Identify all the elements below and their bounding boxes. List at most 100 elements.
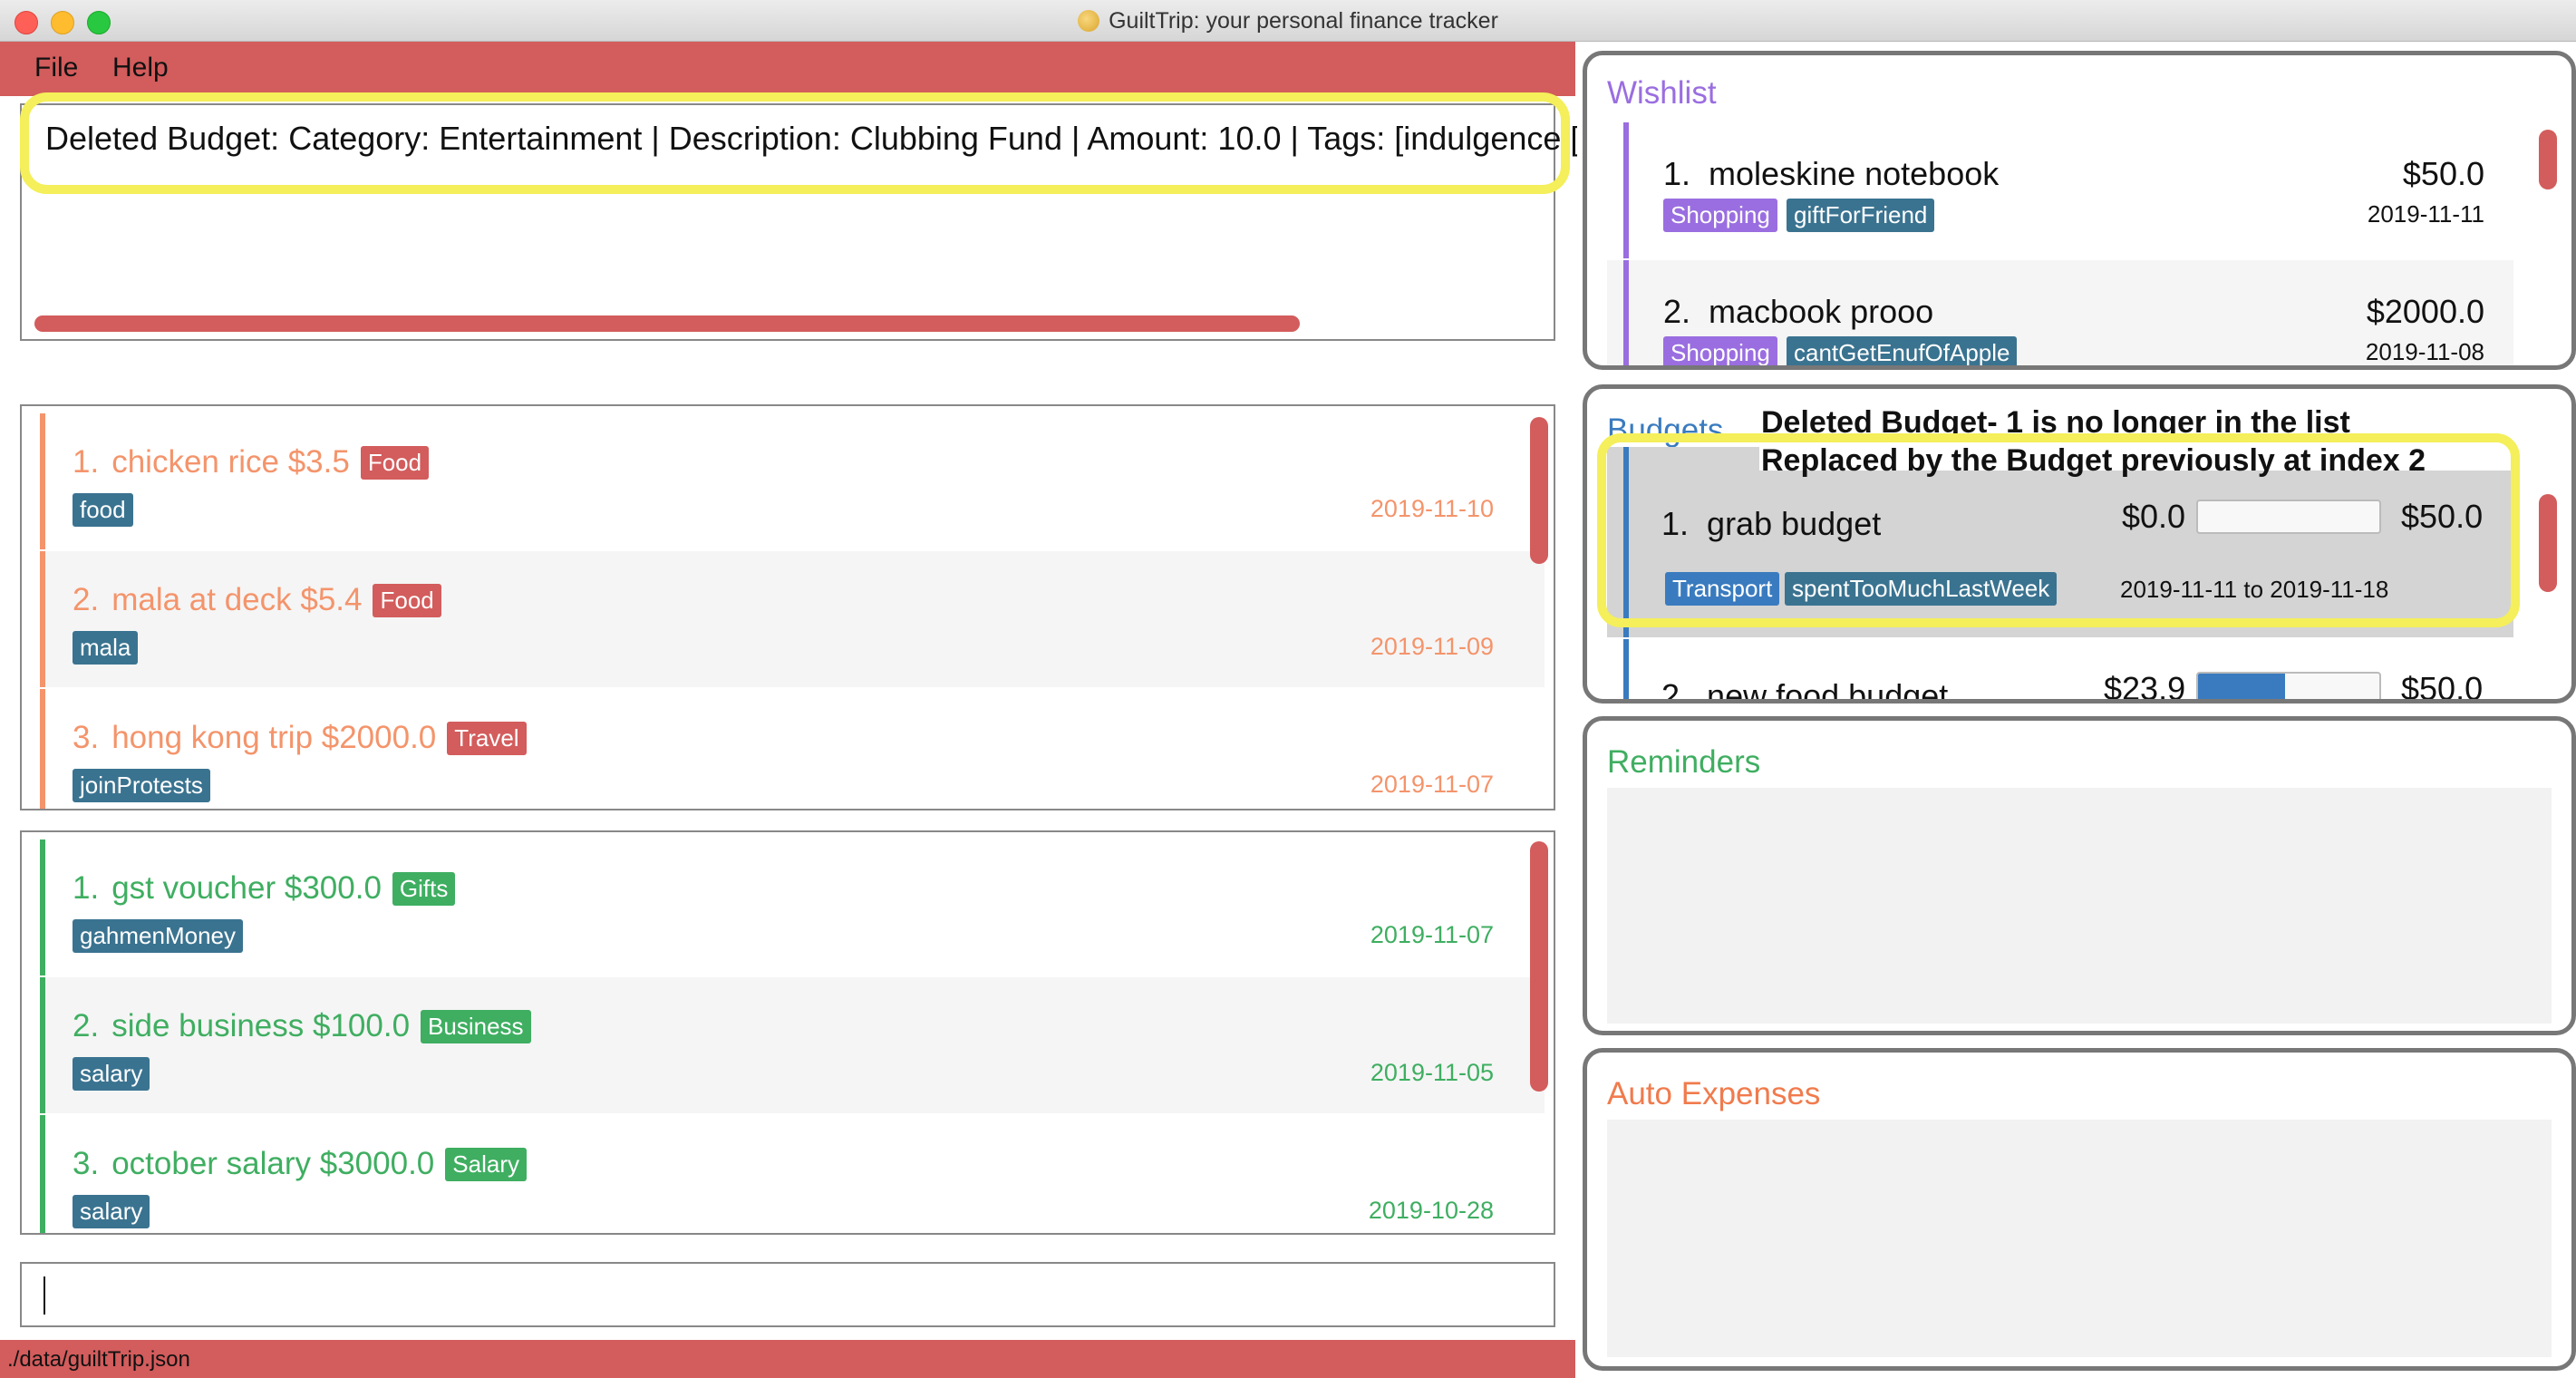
auto-expenses-list bbox=[1607, 1120, 2552, 1357]
tag-badge: salary bbox=[73, 1057, 150, 1091]
tag-badge: giftForFriend bbox=[1787, 199, 1935, 232]
menu-file[interactable]: File bbox=[34, 53, 78, 83]
tag-badge: cantGetEnufOfApple bbox=[1787, 336, 2018, 365]
row-accent bbox=[40, 977, 45, 1113]
category-badge: Shopping bbox=[1663, 199, 1777, 232]
expense-label: chicken rice $3.5 bbox=[111, 444, 350, 480]
budget-item-index: 2. bbox=[1661, 677, 1690, 704]
budget-progress-fill bbox=[2198, 674, 2285, 699]
menu-help[interactable]: Help bbox=[112, 53, 169, 83]
budget-item[interactable]: 2. new food budget $23.9 $50.0 bbox=[1607, 639, 2513, 704]
wishlist-item[interactable]: 1. moleskine notebook $50.0 Shopping gif… bbox=[1607, 122, 2513, 258]
income-list: 1. gst voucher $300.0 Gifts gahmenMoney … bbox=[20, 830, 1555, 1235]
expense-row[interactable]: 2. mala at deck $5.4 Food mala 2019-11-0… bbox=[40, 551, 1545, 687]
income-row[interactable]: 2. side business $100.0 Business salary … bbox=[40, 977, 1545, 1113]
income-date: 2019-11-05 bbox=[1370, 1059, 1494, 1086]
expense-list-scrollbar[interactable] bbox=[1530, 417, 1548, 564]
auto-expenses-panel: Auto Expenses bbox=[1583, 1048, 2576, 1371]
expense-title: 3. hong kong trip $2000.0 Travel bbox=[73, 720, 527, 756]
income-list-scrollbar[interactable] bbox=[1530, 841, 1548, 1092]
expense-index: 3. bbox=[73, 720, 100, 755]
reminders-title: Reminders bbox=[1607, 744, 1761, 780]
income-index: 1. bbox=[73, 870, 100, 906]
expense-row[interactable]: 1. chicken rice $3.5 Food food 2019-11-1… bbox=[40, 413, 1545, 549]
row-accent bbox=[40, 1115, 45, 1233]
income-date: 2019-11-07 bbox=[1370, 921, 1494, 948]
reminders-panel: Reminders bbox=[1583, 716, 2576, 1035]
wishlist-item-price: $50.0 bbox=[2402, 155, 2484, 192]
row-accent bbox=[1623, 260, 1629, 365]
wishlist-item-date: 2019-11-11 bbox=[2367, 200, 2484, 228]
category-badge: Shopping bbox=[1663, 336, 1777, 365]
text-caret bbox=[44, 1276, 45, 1315]
row-accent bbox=[40, 839, 45, 975]
income-index: 3. bbox=[73, 1146, 100, 1181]
category-badge: Salary bbox=[445, 1147, 527, 1181]
tag-badge: salary bbox=[73, 1195, 150, 1228]
menu-bar: File Help bbox=[0, 42, 1575, 96]
income-row[interactable]: 3. october salary $3000.0 Salary salary … bbox=[40, 1115, 1545, 1233]
category-badge: Food bbox=[373, 583, 441, 617]
wishlist-list: 1. moleskine notebook $50.0 Shopping gif… bbox=[1607, 122, 2557, 365]
reminders-list bbox=[1607, 788, 2552, 1024]
tag-badge: food bbox=[73, 493, 133, 527]
expense-label: mala at deck $5.4 bbox=[111, 582, 363, 617]
wishlist-item-index: 1. bbox=[1663, 155, 1691, 192]
storage-path: ./data/guiltTrip.json bbox=[7, 1347, 190, 1372]
expense-label: hong kong trip $2000.0 bbox=[111, 720, 437, 755]
tag-badge: mala bbox=[73, 631, 139, 665]
expense-index: 2. bbox=[73, 582, 100, 617]
expense-date: 2019-11-09 bbox=[1370, 633, 1494, 660]
income-label: october salary $3000.0 bbox=[111, 1146, 435, 1181]
income-title: 1. gst voucher $300.0 Gifts bbox=[73, 870, 456, 907]
wishlist-item-title: 2. macbook prooo bbox=[1663, 293, 1933, 331]
income-title: 3. october salary $3000.0 Salary bbox=[73, 1146, 527, 1182]
title-bar: GuiltTrip: your personal finance tracker bbox=[0, 0, 2576, 42]
expense-date: 2019-11-07 bbox=[1370, 771, 1494, 798]
wishlist-item-date: 2019-11-08 bbox=[2365, 338, 2484, 365]
category-badge: Gifts bbox=[392, 871, 456, 906]
expense-list: 1. chicken rice $3.5 Food food 2019-11-1… bbox=[20, 404, 1555, 810]
wishlist-item-name: moleskine notebook bbox=[1709, 155, 2000, 192]
category-badge: Food bbox=[360, 445, 430, 480]
income-label: gst voucher $300.0 bbox=[111, 870, 382, 906]
budget-progress-bar bbox=[2196, 672, 2381, 699]
wishlist-title: Wishlist bbox=[1607, 75, 1717, 111]
income-title: 2. side business $100.0 Business bbox=[73, 1008, 531, 1044]
command-input[interactable] bbox=[20, 1262, 1555, 1327]
row-accent bbox=[40, 689, 45, 809]
budget-highlight bbox=[1597, 433, 2520, 627]
wishlist-item-price: $2000.0 bbox=[2366, 293, 2484, 330]
tag-badge: gahmenMoney bbox=[73, 919, 243, 953]
row-accent bbox=[40, 551, 45, 687]
wishlist-scrollbar[interactable] bbox=[2539, 130, 2557, 189]
wishlist-item-title: 1. moleskine notebook bbox=[1663, 155, 1999, 193]
row-accent bbox=[1623, 122, 1629, 258]
wishlist-panel: Wishlist 1. moleskine notebook $50.0 Sho… bbox=[1583, 51, 2576, 370]
category-badge: Travel bbox=[447, 721, 527, 755]
income-label: side business $100.0 bbox=[111, 1008, 411, 1043]
row-accent bbox=[40, 413, 45, 549]
wishlist-item-index: 2. bbox=[1663, 293, 1691, 330]
result-horizontal-scrollbar[interactable] bbox=[34, 315, 1300, 332]
app-icon bbox=[1078, 10, 1100, 32]
budget-item-title: 2. new food budget bbox=[1661, 677, 1949, 704]
result-highlight bbox=[20, 92, 1570, 194]
row-accent bbox=[1623, 639, 1629, 699]
auto-expenses-title: Auto Expenses bbox=[1607, 1076, 1821, 1111]
budget-spent: $23.9 bbox=[2104, 670, 2186, 704]
budgets-scrollbar[interactable] bbox=[2539, 494, 2557, 592]
wishlist-item[interactable]: 2. macbook prooo $2000.0 Shopping cantGe… bbox=[1607, 260, 2513, 365]
budget-item-name: new food budget bbox=[1707, 677, 1949, 704]
expense-date: 2019-11-10 bbox=[1370, 495, 1494, 522]
window-title-wrap: GuiltTrip: your personal finance tracker bbox=[0, 0, 2576, 42]
income-row[interactable]: 1. gst voucher $300.0 Gifts gahmenMoney … bbox=[40, 839, 1545, 975]
expense-row[interactable]: 3. hong kong trip $2000.0 Travel joinPro… bbox=[40, 689, 1545, 809]
income-date: 2019-10-28 bbox=[1368, 1197, 1494, 1224]
income-index: 2. bbox=[73, 1008, 100, 1043]
expense-title: 1. chicken rice $3.5 Food bbox=[73, 444, 430, 480]
tag-badge: joinProtests bbox=[73, 769, 210, 802]
expense-title: 2. mala at deck $5.4 Food bbox=[73, 582, 441, 618]
expense-index: 1. bbox=[73, 444, 100, 480]
wishlist-item-name: macbook prooo bbox=[1709, 293, 1934, 330]
